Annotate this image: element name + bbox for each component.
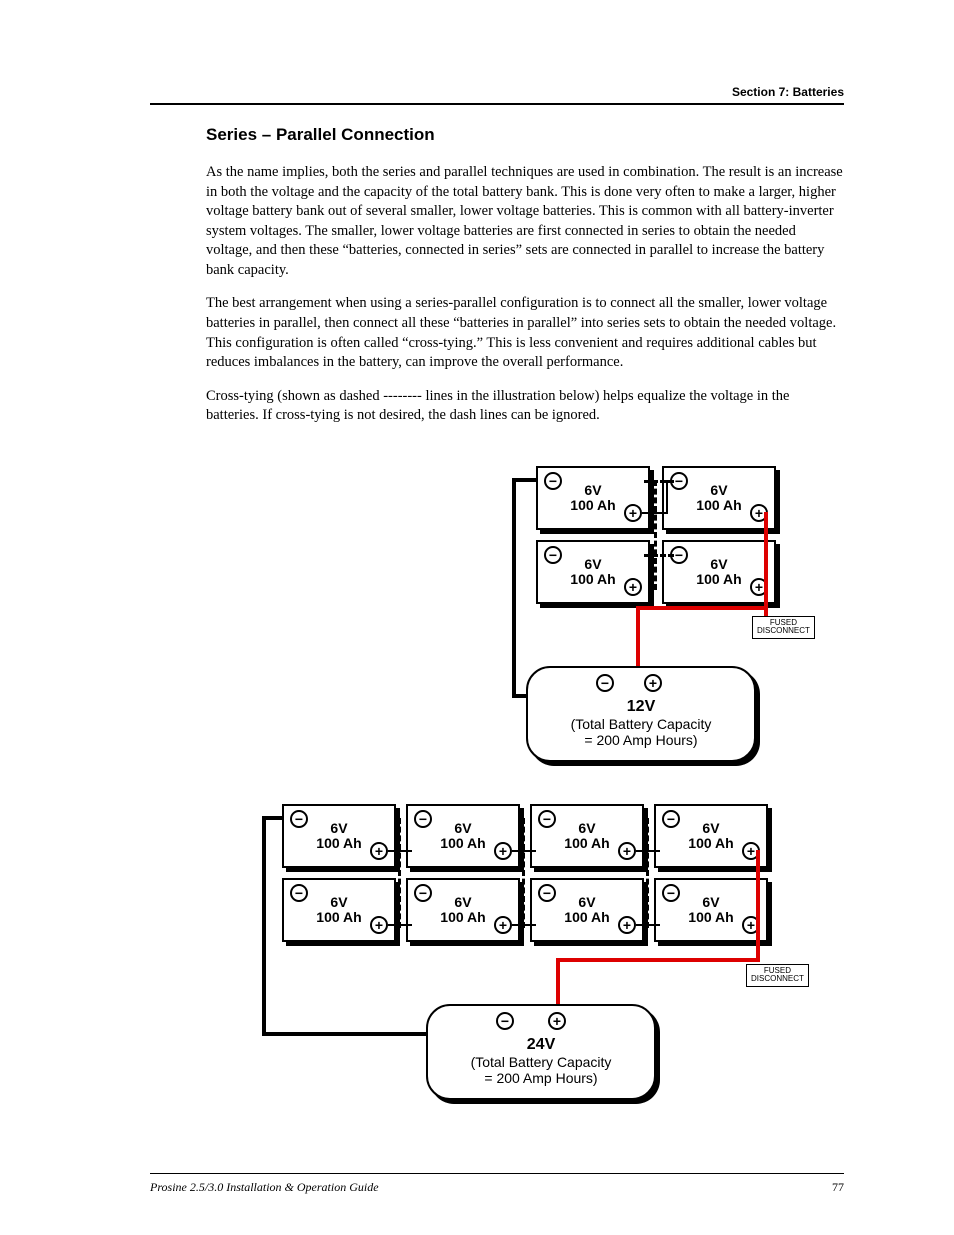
fused-disconnect-label: FUSED DISCONNECT <box>752 616 815 639</box>
t-r1c2-m: − <box>414 810 432 828</box>
terminal-minus-a1: − <box>544 472 562 490</box>
w24-pos-h <box>556 958 760 962</box>
diagram-area: 6V 100 Ah − + 6V 100 Ah − + 6V 100 Ah <box>206 466 846 1114</box>
load-capacity: (Total Battery Capacity = 200 Amp Hours) <box>528 716 754 748</box>
cell-ah: 100 Ah <box>440 835 485 851</box>
wire-series-left-v <box>666 480 668 514</box>
cell-ah: 100 Ah <box>316 835 361 851</box>
cell-v: 6V <box>578 894 595 910</box>
load-plus-24: + <box>548 1012 566 1030</box>
cell-v: 6V <box>454 894 471 910</box>
cell-v: 6V <box>702 820 719 836</box>
ct24-3 <box>646 818 649 928</box>
cell-v: 6V <box>584 482 601 498</box>
load-plus: + <box>644 674 662 692</box>
cell-ah: 100 Ah <box>564 909 609 925</box>
cell-v: 6V <box>584 556 601 572</box>
diagram-12v: 6V 100 Ah − + 6V 100 Ah − + 6V 100 Ah <box>496 466 816 776</box>
t-r2c3-m: − <box>538 884 556 902</box>
cell-v: 6V <box>330 820 347 836</box>
load-box-12v: 12V (Total Battery Capacity = 200 Amp Ho… <box>526 666 756 762</box>
t-r2c1-m: − <box>290 884 308 902</box>
load-minus-24: − <box>496 1012 514 1030</box>
t-r2c2-m: − <box>414 884 432 902</box>
t-r1c3-p: + <box>618 842 636 860</box>
load-box-24v: 24V (Total Battery Capacity = 200 Amp Ho… <box>426 1004 656 1100</box>
t-r2c2-p: + <box>494 916 512 934</box>
cell-ah: 100 Ah <box>696 571 741 587</box>
cell-ah: 100 Ah <box>688 909 733 925</box>
cell-ah: 100 Ah <box>564 835 609 851</box>
terminal-plus-a1: + <box>624 504 642 522</box>
cell-v: 6V <box>710 556 727 572</box>
heading-series-parallel: Series – Parallel Connection <box>206 125 844 145</box>
cell-v: 6V <box>578 820 595 836</box>
cell-ah: 100 Ah <box>570 571 615 587</box>
w24-pos-v <box>756 850 760 962</box>
t-r2c4-m: − <box>662 884 680 902</box>
cell-v: 6V <box>454 820 471 836</box>
terminal-plus-b1: + <box>624 578 642 596</box>
crosstie-h1 <box>644 480 674 483</box>
ct24-1 <box>398 818 401 928</box>
cell-ah: 100 Ah <box>696 497 741 513</box>
divider <box>150 103 844 105</box>
cell-ah: 100 Ah <box>688 835 733 851</box>
load-minus: − <box>596 674 614 692</box>
t-r2c1-p: + <box>370 916 388 934</box>
t-r2c3-p: + <box>618 916 636 934</box>
footer: Prosine 2.5/3.0 Installation & Operation… <box>150 1173 844 1195</box>
diagram-24v: 6V100 Ah − + 6V100 Ah − + 6V100 Ah − + 6… <box>256 804 816 1114</box>
cell-v: 6V <box>710 482 727 498</box>
paragraph-3: Cross-tying (shown as dashed -------- li… <box>206 387 844 426</box>
t-r1c2-p: + <box>494 842 512 860</box>
wire-pos-row2 <box>636 606 768 610</box>
t-r1c3-m: − <box>538 810 556 828</box>
cell-v: 6V <box>330 894 347 910</box>
paragraph-2: The best arrangement when using a series… <box>206 294 844 372</box>
load-voltage-24: 24V <box>428 1036 654 1054</box>
cell-ah: 100 Ah <box>316 909 361 925</box>
section-label: Section 7: Batteries <box>150 85 844 99</box>
ct24-2 <box>522 818 525 928</box>
crosstie-h2 <box>644 554 674 557</box>
t-r1c4-m: − <box>662 810 680 828</box>
footer-guide-title: Prosine 2.5/3.0 Installation & Operation… <box>150 1180 379 1195</box>
crosstie-mid <box>654 480 657 590</box>
t-r1c1-p: + <box>370 842 388 860</box>
load-voltage: 12V <box>528 698 754 716</box>
paragraph-1: As the name implies, both the series and… <box>206 163 844 280</box>
terminal-minus-b1: − <box>544 546 562 564</box>
fused-disconnect-24: FUSED DISCONNECT <box>746 964 809 987</box>
cell-ah: 100 Ah <box>440 909 485 925</box>
cell-v: 6V <box>702 894 719 910</box>
load-capacity-24: (Total Battery Capacity = 200 Amp Hours) <box>428 1054 654 1086</box>
wire-neg-bus <box>512 478 516 698</box>
t-r1c1-m: − <box>290 810 308 828</box>
wire-neg-bus-24 <box>262 816 266 1036</box>
footer-page-number: 77 <box>832 1180 844 1195</box>
cell-ah: 100 Ah <box>570 497 615 513</box>
